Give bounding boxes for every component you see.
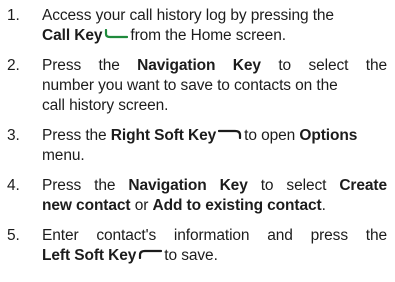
step-text: Press the Navigation Key to select the n… bbox=[42, 56, 387, 116]
left-soft-key-icon bbox=[138, 249, 163, 259]
step-text-run: Press the bbox=[42, 127, 107, 144]
step-text-run: or bbox=[134, 197, 149, 214]
new-contact-label: new contact bbox=[42, 197, 131, 214]
step-line: menu. bbox=[42, 146, 387, 166]
add-to-existing-contact-label: Add to existing contact bbox=[152, 197, 322, 214]
step-text-run: number you want to save to contacts on t… bbox=[42, 77, 338, 94]
left-soft-key-label: Left Soft Key bbox=[42, 247, 137, 264]
step-text: Press the Right Soft Key to open Options … bbox=[42, 126, 387, 166]
step-text: Press the Navigation Key to select Creat… bbox=[42, 176, 387, 216]
create-label: Create bbox=[339, 177, 387, 194]
call-key-icon bbox=[104, 28, 129, 39]
step-number: 3. bbox=[7, 127, 20, 144]
step-number: 1. bbox=[7, 7, 20, 24]
call-key-label: Call Key bbox=[42, 27, 103, 44]
step-text-run: Access your call history log by pressing… bbox=[42, 7, 334, 24]
step-text-run: from the Home screen. bbox=[130, 27, 286, 44]
step-text-run: Press the bbox=[42, 177, 116, 194]
instruction-steps: 1. Access your call history log by press… bbox=[0, 0, 395, 282]
step-text-run: menu. bbox=[42, 147, 85, 164]
step-line: Enter contact's information and press th… bbox=[42, 226, 387, 246]
right-soft-key-label: Right Soft Key bbox=[110, 127, 217, 144]
step-text-run: to save. bbox=[164, 247, 218, 264]
step-line: Call Key from the Home screen. bbox=[42, 26, 387, 46]
step-number: 5. bbox=[7, 227, 20, 244]
step-text-run: call history screen. bbox=[42, 97, 169, 114]
navigation-key-label: Navigation Key bbox=[137, 57, 261, 74]
step-text-run: to select bbox=[260, 177, 327, 194]
step-line: number you want to save to contacts on t… bbox=[42, 76, 387, 96]
step-text-run: to select the bbox=[278, 57, 387, 74]
step-text-run: . bbox=[321, 197, 326, 214]
right-soft-key-icon bbox=[218, 129, 242, 139]
options-label: Options bbox=[299, 127, 358, 144]
step-line: Press the Navigation Key to select Creat… bbox=[42, 176, 387, 196]
step-text-run: to open bbox=[244, 127, 296, 144]
step-number: 4. bbox=[7, 177, 20, 194]
step-line: Press the Navigation Key to select the bbox=[42, 56, 387, 76]
step-line: Left Soft Key to save. bbox=[42, 246, 387, 266]
step-text: Enter contact's information and press th… bbox=[42, 226, 387, 266]
step-line: new contact or Add to existing contact. bbox=[42, 196, 387, 216]
step-text-run: Press the bbox=[42, 57, 120, 74]
step-number: 2. bbox=[7, 57, 20, 74]
step-text-run: Enter contact's information and press th… bbox=[42, 227, 387, 244]
step-line: Access your call history log by pressing… bbox=[42, 6, 387, 26]
step-line: Press the Right Soft Key to open Options bbox=[42, 126, 387, 146]
navigation-key-label: Navigation Key bbox=[128, 177, 248, 194]
step-text: Access your call history log by pressing… bbox=[42, 6, 387, 46]
step-line: call history screen. bbox=[42, 96, 387, 116]
